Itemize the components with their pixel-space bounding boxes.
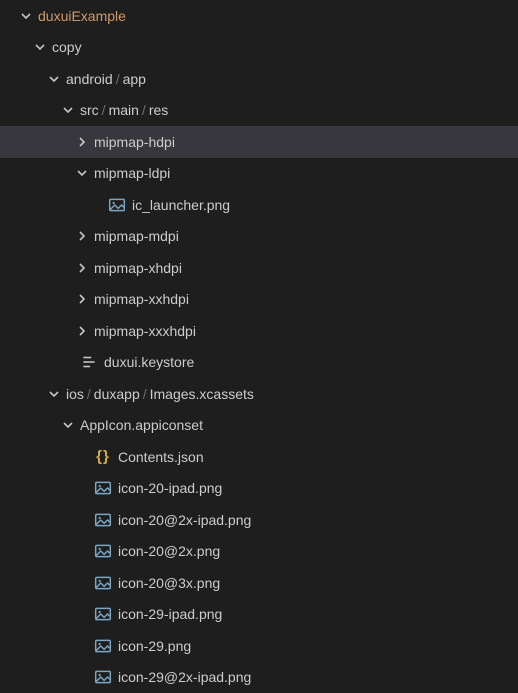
tree-row[interactable]: mipmap-xxhdpi [0,284,518,316]
tree-row-label: mipmap-xxxhdpi [94,323,196,339]
tree-row[interactable]: mipmap-hdpi [0,126,518,158]
chevron-down-icon[interactable] [46,71,62,87]
image-file-icon [94,668,112,686]
image-file-icon [94,542,112,560]
path-separator: / [139,102,149,118]
path-segment: app [123,71,146,87]
path-segment: icon-20@2x.png [118,543,220,559]
path-segment: android [66,71,113,87]
chevron-down-icon[interactable] [18,8,34,24]
tree-row-label: mipmap-ldpi [94,165,170,181]
tree-row[interactable]: icon-20-ipad.png [0,473,518,505]
tree-row-label: duxuiExample [38,8,126,24]
path-segment: icon-20-ipad.png [118,480,222,496]
path-segment: ios [66,386,84,402]
tree-row-label: src/main/res [80,102,168,118]
tree-row[interactable]: src/main/res [0,95,518,127]
path-separator: / [140,386,150,402]
tree-row[interactable]: ic_launcher.png [0,189,518,221]
path-segment: duxapp [94,386,140,402]
file-tree: duxuiExamplecopyandroid/appsrc/main/resm… [0,0,518,693]
image-file-icon [94,479,112,497]
chevron-right-icon[interactable] [74,291,90,307]
path-segment: Contents.json [118,449,204,465]
path-segment: icon-29@2x-ipad.png [118,669,251,685]
path-separator: / [113,71,123,87]
path-segment: icon-29-ipad.png [118,606,222,622]
tree-row-label: mipmap-hdpi [94,134,175,150]
path-segment: AppIcon.appiconset [80,417,203,433]
image-file-icon [94,605,112,623]
path-separator: / [84,386,94,402]
chevron-down-icon[interactable] [60,417,76,433]
tree-row[interactable]: mipmap-xxxhdpi [0,315,518,347]
path-segment: res [149,102,168,118]
chevron-right-icon[interactable] [74,134,90,150]
tree-row-label: mipmap-xhdpi [94,260,182,276]
chevron-right-icon[interactable] [74,323,90,339]
path-segment: icon-20@3x.png [118,575,220,591]
path-segment: ic_launcher.png [132,197,230,213]
tree-row[interactable]: mipmap-mdpi [0,221,518,253]
tree-row[interactable]: android/app [0,63,518,95]
chevron-down-icon[interactable] [74,165,90,181]
tree-row[interactable]: icon-29-ipad.png [0,599,518,631]
tree-row-label: Contents.json [118,449,204,465]
tree-row-label: mipmap-mdpi [94,228,179,244]
tree-row-label: icon-29@2x-ipad.png [118,669,251,685]
tree-row[interactable]: duxui.keystore [0,347,518,379]
path-segment: duxui.keystore [104,354,194,370]
path-segment: mipmap-ldpi [94,165,170,181]
path-separator: / [99,102,109,118]
tree-row-label: icon-20@2x-ipad.png [118,512,251,528]
tree-row[interactable]: mipmap-ldpi [0,158,518,190]
path-segment: duxuiExample [38,8,126,24]
path-segment: mipmap-mdpi [94,228,179,244]
tree-row-label: copy [52,39,82,55]
chevron-down-icon[interactable] [32,39,48,55]
tree-row-label: mipmap-xxhdpi [94,291,189,307]
tree-row[interactable]: icon-20@3x.png [0,567,518,599]
path-segment: Images.xcassets [150,386,254,402]
path-segment: icon-20@2x-ipad.png [118,512,251,528]
tree-row-label: icon-20@3x.png [118,575,220,591]
tree-row[interactable]: {} Contents.json [0,441,518,473]
chevron-down-icon[interactable] [46,386,62,402]
tree-row-label: ios/duxapp/Images.xcassets [66,386,254,402]
path-segment: mipmap-xhdpi [94,260,182,276]
image-file-icon [94,574,112,592]
tree-row-label: icon-29.png [118,638,191,654]
tree-row-label: android/app [66,71,146,87]
tree-row-label: AppIcon.appiconset [80,417,203,433]
tree-row[interactable]: icon-29.png [0,630,518,662]
tree-row[interactable]: duxuiExample [0,0,518,32]
path-segment: main [109,102,139,118]
tree-row-label: duxui.keystore [104,354,194,370]
tree-row[interactable]: mipmap-xhdpi [0,252,518,284]
tree-row[interactable]: ios/duxapp/Images.xcassets [0,378,518,410]
chevron-right-icon[interactable] [74,228,90,244]
path-segment: mipmap-xxhdpi [94,291,189,307]
keystore-file-icon [80,353,98,371]
json-file-icon: {} [94,448,112,466]
path-segment: copy [52,39,82,55]
path-segment: src [80,102,99,118]
chevron-right-icon[interactable] [74,260,90,276]
tree-row[interactable]: icon-29@2x-ipad.png [0,662,518,693]
tree-row[interactable]: AppIcon.appiconset [0,410,518,442]
tree-row-label: icon-20-ipad.png [118,480,222,496]
path-segment: mipmap-hdpi [94,134,175,150]
tree-row-label: icon-20@2x.png [118,543,220,559]
tree-row[interactable]: icon-20@2x.png [0,536,518,568]
path-segment: mipmap-xxxhdpi [94,323,196,339]
image-file-icon [94,637,112,655]
tree-row-label: ic_launcher.png [132,197,230,213]
tree-row[interactable]: copy [0,32,518,64]
tree-row[interactable]: icon-20@2x-ipad.png [0,504,518,536]
image-file-icon [108,196,126,214]
image-file-icon [94,511,112,529]
chevron-down-icon[interactable] [60,102,76,118]
tree-row-label: icon-29-ipad.png [118,606,222,622]
path-segment: icon-29.png [118,638,191,654]
